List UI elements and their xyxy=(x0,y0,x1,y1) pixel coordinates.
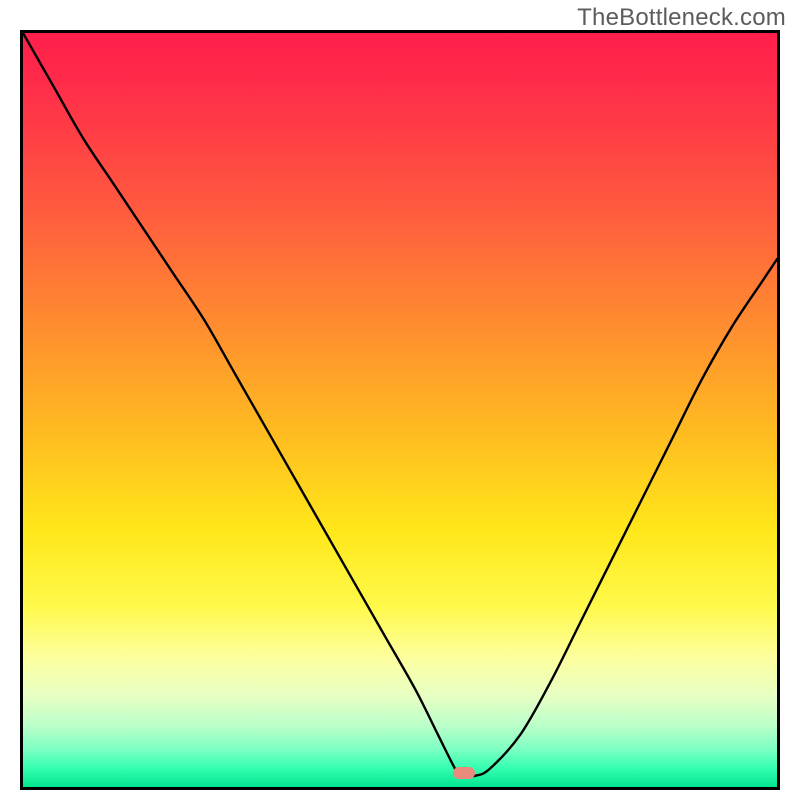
plot-area xyxy=(20,30,780,790)
optimal-point-marker xyxy=(453,767,475,779)
chart-container: TheBottleneck.com xyxy=(0,0,800,800)
watermark-text: TheBottleneck.com xyxy=(577,4,786,32)
bottleneck-curve xyxy=(23,33,777,787)
curve-line xyxy=(23,33,777,777)
